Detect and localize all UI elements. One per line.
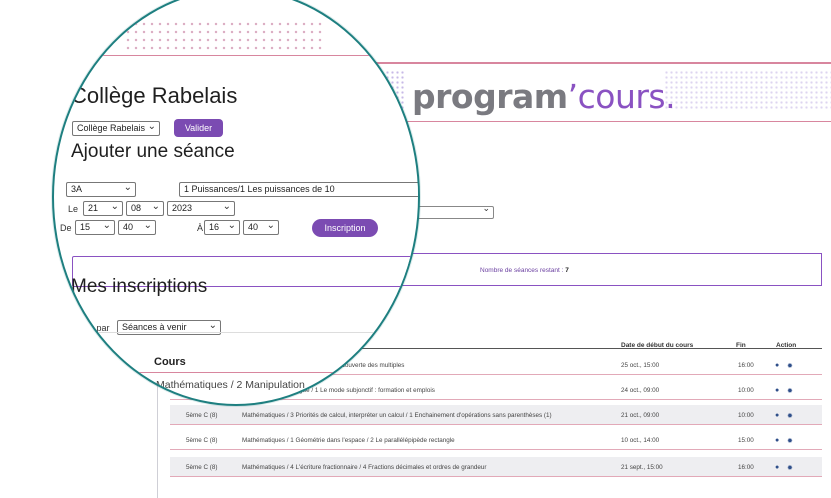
class-select-value: 3A: [71, 184, 83, 194]
course-select-value: 1 Puissances/1 Les puissances de 10: [184, 184, 335, 194]
gear-icon[interactable]: ✹: [787, 464, 793, 472]
add-session-title: Ajouter une séance: [71, 141, 235, 162]
from-label: De: [60, 223, 72, 233]
row-end: 10:00: [738, 387, 754, 394]
from-minute-select[interactable]: 40 ⌄: [118, 220, 156, 235]
school-select-value: Collège Rabelais: [77, 123, 146, 133]
program-cours-logo: program’cours.: [412, 77, 676, 116]
magnified-row-rule: [72, 372, 418, 373]
table-row: 5ème C (8) Mathématiques / 3 Priorités d…: [170, 405, 822, 425]
row-class: 5ème C (8): [186, 464, 218, 471]
magnifier-lens: Collège Rabelais Collège Rabelais ⌄ Vali…: [52, 0, 420, 406]
magnified-row-course: Mathématiques / 2 Manipulation: [156, 379, 305, 391]
header-dots-decoration: [664, 70, 831, 110]
year-select[interactable]: 2023 ⌄: [167, 201, 235, 216]
table-row: 5ème C (8) Mathématiques / 4 L'écriture …: [170, 457, 822, 477]
chevron-down-icon: ⌄: [147, 121, 157, 132]
from-hour-value: 15: [80, 222, 91, 232]
chevron-down-icon: ⌄: [222, 201, 231, 212]
row-end: 10:00: [738, 412, 754, 419]
table-row: 5ème C (8) Mathématiques / 1 Géométrie d…: [170, 430, 822, 450]
chevron-down-icon: ⌄: [110, 201, 119, 212]
user-icon[interactable]: ●: [775, 362, 779, 369]
school-title: Collège Rabelais: [71, 83, 238, 108]
gear-icon[interactable]: ✹: [787, 437, 793, 445]
date-label: Le: [68, 204, 79, 214]
to-hour-select[interactable]: 16 ⌄: [204, 220, 240, 235]
to-minute-select[interactable]: 40 ⌄: [243, 220, 279, 235]
from-minute-value: 40: [123, 222, 134, 232]
sessions-remaining-counter: Nombre de séances restant : 7: [480, 267, 569, 274]
counter-box: [400, 253, 822, 286]
row-date: 25 oct., 15:00: [621, 362, 660, 369]
to-label: À: [197, 223, 204, 233]
row-date: 21 sept., 15:00: [621, 464, 663, 471]
row-end: 16:00: [738, 464, 754, 471]
filter-select-value: Séances à venir: [122, 322, 187, 332]
gear-icon[interactable]: ✹: [787, 387, 793, 395]
row-end: 15:00: [738, 437, 754, 444]
user-icon[interactable]: ●: [775, 412, 779, 419]
gear-icon[interactable]: ✹: [787, 412, 793, 420]
user-icon[interactable]: ●: [775, 464, 779, 471]
magnified-header-rule: [54, 55, 418, 56]
row-date: 21 oct., 09:00: [621, 412, 660, 419]
row-date: 24 oct., 09:00: [621, 387, 660, 394]
screenshot-stage: program’cours. Nombre de séances restant…: [0, 0, 831, 498]
column-header-cours: Cours: [154, 356, 186, 368]
magnified-dots-decoration: [124, 20, 324, 50]
course-select[interactable]: 1 Puissances/1 Les puissances de 10: [179, 182, 418, 197]
chevron-down-icon: ⌄: [266, 220, 275, 231]
chevron-down-icon: ⌄: [102, 220, 111, 231]
inscription-button[interactable]: Inscription: [312, 219, 378, 237]
row-rule: [170, 449, 822, 450]
to-hour-value: 16: [209, 222, 220, 232]
day-select[interactable]: 21 ⌄: [83, 201, 123, 216]
day-value: 21: [88, 203, 99, 213]
chevron-down-icon: ⌄: [123, 182, 132, 193]
chevron-down-icon: ⌄: [151, 201, 160, 212]
user-icon[interactable]: ●: [775, 387, 779, 394]
class-select[interactable]: 3A ⌄: [66, 182, 136, 197]
row-course: Mathématiques / 4 L'écriture fractionnai…: [242, 464, 487, 471]
my-registrations-title: Mes inscriptions: [71, 276, 208, 297]
school-select[interactable]: Collège Rabelais ⌄: [72, 121, 161, 136]
row-class: 5ème C (8): [186, 412, 218, 419]
chevron-down-icon: ⌄: [143, 220, 152, 231]
row-course: Mathématiques / 3 Priorités de calcul, i…: [242, 412, 552, 419]
from-hour-select[interactable]: 15 ⌄: [75, 220, 115, 235]
row-rule: [170, 476, 822, 477]
gear-icon[interactable]: ✹: [787, 362, 793, 370]
magnified-header-separator: [72, 332, 418, 333]
row-end: 16:00: [738, 362, 754, 369]
chevron-down-icon: ⌄: [227, 220, 236, 231]
to-minute-value: 40: [248, 222, 259, 232]
row-class: 5ème C (8): [186, 437, 218, 444]
column-header-classe: Classe: [76, 356, 112, 368]
user-icon[interactable]: ●: [775, 437, 779, 444]
row-rule: [170, 424, 822, 425]
year-value: 2023: [172, 203, 193, 213]
month-value: 08: [131, 203, 142, 213]
chevron-down-icon: ⌄: [208, 320, 217, 331]
month-select[interactable]: 08 ⌄: [126, 201, 164, 216]
row-date: 10 oct., 14:00: [621, 437, 660, 444]
row-course: Mathématiques / 1 Géométrie dans l'espac…: [242, 437, 455, 444]
validate-button[interactable]: Valider: [174, 119, 223, 137]
